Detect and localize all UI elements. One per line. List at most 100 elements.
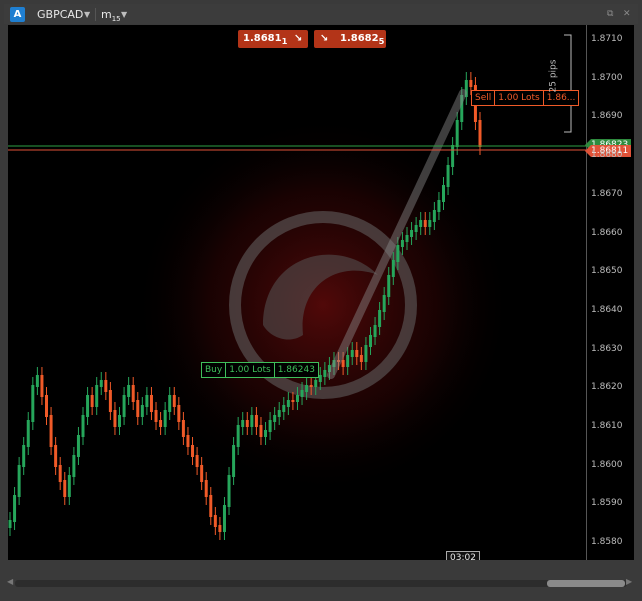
candle-body	[478, 120, 482, 147]
candle-body	[391, 260, 395, 277]
candle-body	[350, 350, 354, 357]
candle-body	[213, 515, 217, 527]
sell-arrow-icon: ↘	[294, 33, 303, 44]
candle-body	[405, 235, 409, 242]
candle-body	[81, 415, 85, 437]
scroll-left-icon[interactable]: ◀	[7, 577, 13, 586]
candle-body	[136, 400, 140, 417]
horizontal-scrollbar[interactable]	[15, 580, 627, 587]
candle-body	[286, 400, 290, 407]
candle-body	[455, 120, 459, 147]
timeframe-dropdown-icon[interactable]: ▼	[121, 7, 127, 22]
candle-body	[378, 310, 382, 327]
candle-body	[90, 395, 94, 407]
scroll-right-icon[interactable]: ▶	[626, 577, 632, 586]
candle-body	[218, 525, 222, 532]
candle-body	[432, 210, 436, 222]
candle-body	[26, 420, 30, 447]
candle-body	[268, 420, 272, 432]
candle-body	[204, 480, 208, 497]
symbol-selector[interactable]: GBPCAD	[37, 7, 83, 22]
candle-body	[149, 395, 153, 412]
candle-body	[13, 495, 17, 522]
candle-body	[400, 240, 404, 247]
app-logo-icon: A	[10, 7, 25, 22]
candle-body	[355, 350, 359, 357]
price-tick-label: 1.8690	[591, 111, 623, 122]
candle-body	[154, 410, 158, 422]
buy-position-price: 1.86243	[273, 363, 318, 377]
buy-price-digit: 5	[378, 36, 385, 46]
sell-quote-button[interactable]: 1.86811 ↘	[238, 30, 308, 48]
symbol-dropdown-icon[interactable]: ▼	[84, 7, 90, 22]
candle-body	[145, 395, 149, 407]
chart-window: A GBPCAD ▼ m15 ▼ ⧉ ✕ 1.86811 ↘ ↘ 1.86825…	[0, 0, 642, 601]
candle-body	[209, 495, 213, 517]
chart-area[interactable]: 1.86811 ↘ ↘ 1.86825 Buy 1.00 Lots 1.8624…	[8, 25, 634, 560]
pips-distance-label: 25 pips	[548, 59, 559, 93]
candle-body	[127, 385, 131, 397]
candle-body	[341, 360, 345, 367]
candle-body	[63, 480, 67, 497]
buy-arrow-icon: ↘	[320, 33, 329, 44]
chart-bottom-bar	[8, 560, 634, 574]
price-tick-label: 1.8680	[591, 150, 623, 161]
candle-body	[118, 415, 122, 427]
title-separator	[95, 8, 96, 21]
sell-price-text: 1.8681	[243, 33, 282, 44]
candle-body	[314, 380, 318, 387]
candle-body	[368, 335, 372, 347]
candle-body	[76, 435, 80, 457]
candle-body	[241, 420, 245, 427]
timeframe-subscript: 15	[111, 15, 121, 24]
candle-body	[163, 410, 167, 427]
candle-body	[250, 415, 254, 427]
candle-body	[58, 465, 62, 482]
candle-body	[104, 380, 108, 392]
sell-position-lots: 1.00 Lots	[494, 91, 542, 105]
candle-body	[113, 410, 117, 427]
candle-body	[273, 415, 277, 422]
candle-body	[49, 415, 53, 447]
candle-body	[318, 375, 322, 382]
sell-position-side: Sell	[475, 93, 492, 103]
chart-title-bar	[4, 4, 638, 24]
buy-position-label[interactable]: Buy 1.00 Lots 1.86243	[201, 362, 319, 378]
candle-body	[86, 395, 90, 417]
price-tick-label: 1.8660	[591, 227, 623, 238]
candle-body	[45, 395, 49, 417]
price-axis-separator	[586, 25, 587, 560]
candle-body	[17, 465, 21, 497]
scrollbar-thumb[interactable]	[547, 580, 625, 587]
candle-body	[396, 245, 400, 262]
candle-body	[186, 435, 190, 447]
candle-body	[131, 385, 135, 402]
candle-body	[414, 225, 418, 232]
candle-body	[277, 410, 281, 417]
candle-body	[140, 405, 144, 417]
candle-body	[245, 420, 249, 427]
candle-body	[236, 425, 240, 447]
candle-body	[40, 375, 44, 397]
candle-body	[419, 220, 423, 227]
candle-body	[309, 385, 313, 387]
candle-body	[364, 345, 368, 362]
popout-icon[interactable]: ⧉	[607, 8, 613, 21]
close-icon[interactable]: ✕	[623, 8, 631, 21]
watermark-glow	[133, 115, 513, 495]
candle-body	[181, 420, 185, 437]
price-tick-label: 1.8640	[591, 304, 623, 315]
candle-body	[359, 355, 363, 362]
candle-body	[22, 445, 26, 467]
candle-body	[72, 455, 76, 477]
candle-body	[122, 395, 126, 417]
buy-position-lots: 1.00 Lots	[225, 363, 273, 377]
price-tick-label: 1.8590	[591, 498, 623, 509]
buy-quote-button[interactable]: ↘ 1.86825	[314, 30, 386, 48]
sell-position-price: 1.86...	[542, 91, 579, 105]
candle-body	[177, 405, 181, 422]
price-tick-label: 1.8630	[591, 343, 623, 354]
candle-body	[99, 380, 103, 387]
price-tick-label: 1.8580	[591, 537, 623, 548]
candle-body	[323, 370, 327, 377]
